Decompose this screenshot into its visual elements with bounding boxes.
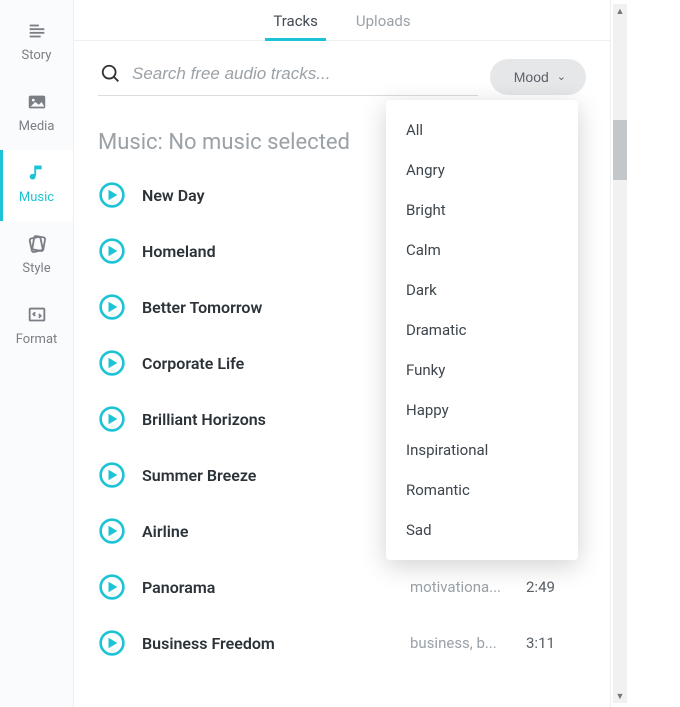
search-icon: [100, 63, 122, 85]
track-title: Panorama: [142, 578, 394, 597]
sidebar-item-story[interactable]: Story: [0, 8, 73, 79]
track-row[interactable]: Panorama motivationa... 2:49: [98, 559, 586, 615]
track-title: New Day: [142, 186, 394, 205]
sidebar-item-label: Music: [19, 190, 54, 205]
mood-option[interactable]: Dramatic: [386, 310, 578, 350]
right-gutter: ▲ ▼: [610, 0, 680, 707]
mood-option[interactable]: Inspirational: [386, 430, 578, 470]
music-icon: [26, 162, 48, 184]
play-icon[interactable]: [98, 573, 126, 601]
track-duration: 3:11: [526, 634, 586, 652]
sidebar-item-style[interactable]: Style: [0, 221, 73, 292]
search-input[interactable]: [132, 64, 476, 84]
sidebar-item-label: Story: [22, 48, 52, 63]
track-tags: business, b...: [410, 634, 510, 652]
sidebar-item-media[interactable]: Media: [0, 79, 73, 150]
scroll-up-icon[interactable]: ▲: [613, 4, 627, 18]
sidebar-item-label: Style: [22, 261, 50, 276]
track-duration: 2:49: [526, 578, 586, 596]
sidebar: Story Media Music Style Format: [0, 0, 74, 707]
track-title: Better Tomorrow: [142, 298, 394, 317]
mood-option[interactable]: All: [386, 110, 578, 150]
mood-option[interactable]: Sad: [386, 510, 578, 550]
scrollbar-track[interactable]: [613, 4, 627, 703]
toolbar: Mood ⌄: [74, 41, 610, 100]
track-tags: motivationa...: [410, 578, 510, 596]
mood-option[interactable]: Dark: [386, 270, 578, 310]
play-icon[interactable]: [98, 405, 126, 433]
media-icon: [26, 91, 48, 113]
mood-filter-label: Mood: [514, 69, 549, 85]
mood-option[interactable]: Bright: [386, 190, 578, 230]
mood-option[interactable]: Angry: [386, 150, 578, 190]
play-icon[interactable]: [98, 237, 126, 265]
mood-filter-button[interactable]: Mood ⌄: [490, 59, 586, 95]
sidebar-item-label: Media: [19, 119, 55, 134]
mood-option[interactable]: Calm: [386, 230, 578, 270]
tab-uploads[interactable]: Uploads: [354, 6, 413, 40]
scroll-down-icon[interactable]: ▼: [613, 689, 627, 703]
track-row[interactable]: Business Freedom business, b... 3:11: [98, 615, 586, 671]
play-icon[interactable]: [98, 181, 126, 209]
track-title: Summer Breeze: [142, 466, 394, 485]
tabs: Tracks Uploads: [74, 0, 610, 41]
play-icon[interactable]: [98, 349, 126, 377]
play-icon[interactable]: [98, 517, 126, 545]
track-title: Brilliant Horizons: [142, 410, 394, 429]
mood-option[interactable]: Romantic: [386, 470, 578, 510]
story-icon: [26, 20, 48, 42]
chevron-down-icon: ⌄: [557, 70, 566, 83]
track-title: Homeland: [142, 242, 394, 261]
play-icon[interactable]: [98, 629, 126, 657]
mood-dropdown: AllAngryBrightCalmDarkDramaticFunkyHappy…: [386, 100, 578, 560]
style-icon: [26, 233, 48, 255]
main-panel: TracksUploads Mood ⌄ Music: No music sel…: [74, 0, 610, 707]
search-field[interactable]: [98, 57, 478, 96]
mood-option[interactable]: Happy: [386, 390, 578, 430]
sidebar-item-music[interactable]: Music: [0, 150, 73, 221]
sidebar-item-format[interactable]: Format: [0, 292, 73, 363]
track-title: Business Freedom: [142, 634, 394, 653]
sidebar-item-label: Format: [16, 332, 58, 347]
format-icon: [26, 304, 48, 326]
track-title: Airline: [142, 522, 394, 541]
play-icon[interactable]: [98, 293, 126, 321]
mood-option[interactable]: Funky: [386, 350, 578, 390]
play-icon[interactable]: [98, 461, 126, 489]
tab-tracks[interactable]: Tracks: [271, 6, 320, 40]
scrollbar-thumb[interactable]: [613, 120, 627, 180]
track-title: Corporate Life: [142, 354, 394, 373]
